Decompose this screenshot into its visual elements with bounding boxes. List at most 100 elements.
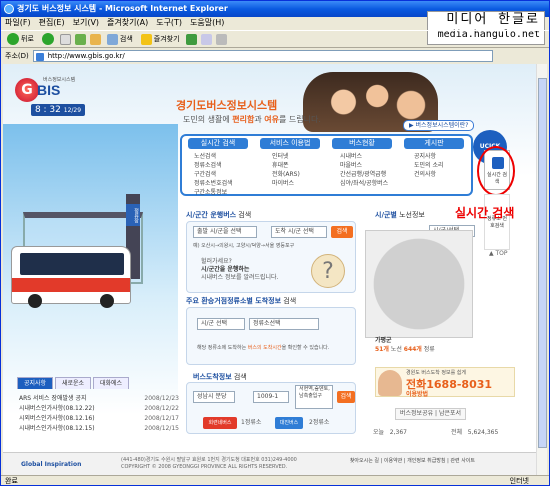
stop-sign: 정류장 <box>126 204 140 226</box>
intro-button[interactable]: ▶ 버스정보시스템이란? <box>403 120 475 131</box>
map-title-suffix: 노선정보 <box>396 211 425 219</box>
nav-item[interactable]: 간선급행/광역급행 <box>340 170 388 179</box>
nav-item[interactable]: 마을버스 <box>340 161 388 170</box>
nav-item[interactable]: 휴대폰 <box>272 161 300 170</box>
menu-file[interactable]: 파일(F) <box>5 17 31 29</box>
print-icon[interactable] <box>215 33 227 45</box>
page-icon <box>35 53 44 61</box>
nav-item[interactable]: 전화(ARS) <box>272 170 300 179</box>
total-label: 전체 <box>451 429 463 436</box>
msg-pre: 해당 정류소에 도착하는 <box>197 345 248 351</box>
nav-col-status: 시내버스 마을버스 간선급행/광역급행 심야/좌석/공항버스 <box>340 152 388 188</box>
nav-item[interactable]: 구간검색 <box>194 170 233 179</box>
route-select[interactable]: 1009-1 <box>253 391 289 403</box>
back-button[interactable]: 뒤로 <box>5 32 36 46</box>
nav-item[interactable]: 도민의 소리 <box>414 161 444 170</box>
tab-notice[interactable]: 공지사항 <box>17 377 53 389</box>
gyeonggi-map[interactable] <box>365 230 473 338</box>
share-link[interactable]: 버스정보공유 | 남은포서 <box>395 408 467 420</box>
footer-address-line: (441-480)경기도 수원시 팔달구 효원로 1번지 경기도청 대표번호 0… <box>121 457 297 463</box>
top-button[interactable]: ▲ TOP <box>489 250 508 257</box>
news-date: 2008/12/17 <box>144 415 179 422</box>
news-title: 시외버스인가사항(08.12.16) <box>19 415 95 422</box>
clock: 8 : 32 12/29 <box>31 104 85 116</box>
footer: Global Inspiration (441-480)경기도 수원시 팔달구 … <box>3 452 537 475</box>
nav-head-status[interactable]: 버스현황 <box>332 138 392 149</box>
sub-mid: 과 <box>254 115 265 124</box>
address-input[interactable]: http://www.gbis.go.kr/ <box>32 50 493 62</box>
nav-item[interactable]: 공지사항 <box>414 152 444 161</box>
nav-item[interactable]: 건의사항 <box>414 170 444 179</box>
nav-head-board[interactable]: 게시판 <box>404 138 464 149</box>
menu-favorites[interactable]: 즐겨찾기(A) <box>107 17 148 29</box>
route-search-title-main: 시/군간 운행버스 <box>186 211 237 219</box>
nav-item[interactable]: 정류소번호검색 <box>194 179 233 188</box>
status-bar: 완료 인터넷 <box>1 475 549 486</box>
transfer-title-suffix: 검색 <box>281 297 297 305</box>
history-icon[interactable] <box>185 33 197 45</box>
vertical-scrollbar[interactable] <box>536 64 547 475</box>
map-city: 가평군 <box>375 337 392 344</box>
clock-date: 12/29 <box>63 107 82 114</box>
to-select[interactable]: 도착 시/군 선택 <box>271 226 327 238</box>
station-select[interactable]: 서현역,숲덴토,남측출입구 <box>295 385 333 409</box>
sub-b2: 여유 <box>264 115 279 124</box>
stop-search-button[interactable]: 검색 <box>337 391 355 403</box>
route-search-button[interactable]: 검색 <box>331 226 353 238</box>
nav-item[interactable]: 심야/좌석/공항버스 <box>340 179 388 188</box>
subheadline: 도민의 생활에 편리함과 여유를 드립니다. <box>183 114 321 125</box>
map-counts: 51개 노선 644개 정류 <box>375 346 435 354</box>
stop-number-search-button[interactable]: 정류소 번호검색 <box>484 194 510 250</box>
menu-view[interactable]: 보기(V) <box>73 17 99 29</box>
window-title: 경기도 버스정보 시스템 - Microsoft Internet Explor… <box>17 4 228 13</box>
nav-item[interactable]: 마이버스 <box>272 179 300 188</box>
search-label: 검색 <box>119 35 133 43</box>
nav-col-board: 공지사항 도민의 소리 건의사항 <box>414 152 444 179</box>
scroll-thumb[interactable] <box>538 78 547 448</box>
city-select[interactable]: 시/군 선택 <box>197 318 245 330</box>
news-item[interactable]: ARS 서비스 장애발생 공지 2008/12/23 <box>19 395 179 403</box>
browser-window: 경기도 버스정보 시스템 - Microsoft Internet Explor… <box>0 0 550 486</box>
nav-item[interactable]: 노선검색 <box>194 152 233 161</box>
tab-news[interactable]: 새로운소 <box>55 377 91 389</box>
nav-head-usage[interactable]: 서비스 이용법 <box>260 138 320 149</box>
nav-head-realtime[interactable]: 실시간 검색 <box>188 138 248 149</box>
tab-other[interactable]: 대화에스 <box>93 377 129 389</box>
search-button[interactable]: 검색 <box>105 32 135 46</box>
menu-tools[interactable]: 도구(T) <box>156 17 182 29</box>
msg-highlight: 버스의 도착시간 <box>247 345 282 351</box>
stop-select[interactable]: 정류소선택 <box>249 318 319 330</box>
bus-window <box>20 253 124 275</box>
favorites-button[interactable]: 즐겨찾기 <box>139 32 182 46</box>
back-arrow-icon <box>7 33 19 45</box>
call-use: 이용방법 <box>406 391 429 398</box>
mail-icon[interactable] <box>200 33 212 45</box>
news-item[interactable]: 시외버스인가사항(08.12.16) 2008/12/17 <box>19 415 179 423</box>
news-item[interactable]: 시내버스인가사항(08.12.22) 2008/12/22 <box>19 405 179 413</box>
stop-title-suffix: 검색 <box>231 373 247 381</box>
from-select[interactable]: 출발 시/군을 선택 <box>193 226 257 238</box>
home-icon[interactable] <box>89 33 101 45</box>
page-content: G 버스정보시스템 BIS 8 : 32 12/29 경기도버스정보시스템 도민… <box>3 64 537 475</box>
nav-item[interactable]: 시내버스 <box>340 152 388 161</box>
nav-item[interactable]: 구간소통정보 <box>194 188 233 197</box>
nav-item[interactable]: 정류소검색 <box>194 161 233 170</box>
msg-post: 을 확인할 수 있습니다. <box>281 345 330 351</box>
menu-help[interactable]: 도움말(H) <box>190 17 224 29</box>
region-select[interactable]: 성남시 분당 <box>193 391 235 403</box>
refresh-icon[interactable] <box>74 33 86 45</box>
stop-icon[interactable] <box>59 33 71 45</box>
forward-button[interactable] <box>40 32 56 46</box>
news-item[interactable]: 시내버스인가사항(08.12.15) 2008/12/15 <box>19 425 179 433</box>
map-title: 시/군별 노선정보 <box>375 210 425 220</box>
nav-item[interactable]: 인터넷 <box>272 152 300 161</box>
menu-bar: 파일(F) 편집(E) 보기(V) 즐겨찾기(A) 도구(T) 도움말(H) <box>1 17 549 29</box>
menu-edit[interactable]: 편집(E) <box>39 17 65 29</box>
call-center-banner[interactable]: 경원도 버스도착 정보를 쉽게 전화1688-8031 이용방법 <box>375 367 515 398</box>
footer-links[interactable]: 찾아오시는 길 | 이용약관 | 개인정보 취급방침 | 관련 사이트 <box>350 457 475 464</box>
search-icon <box>106 33 118 45</box>
bus-stop-illustration: 정류장 <box>3 194 178 344</box>
help-line: 시내버스 정보를 알려드립니다. <box>201 274 279 281</box>
route-count: 51개 <box>375 346 389 353</box>
bus-badge-1: 회련네버스 <box>203 417 237 429</box>
